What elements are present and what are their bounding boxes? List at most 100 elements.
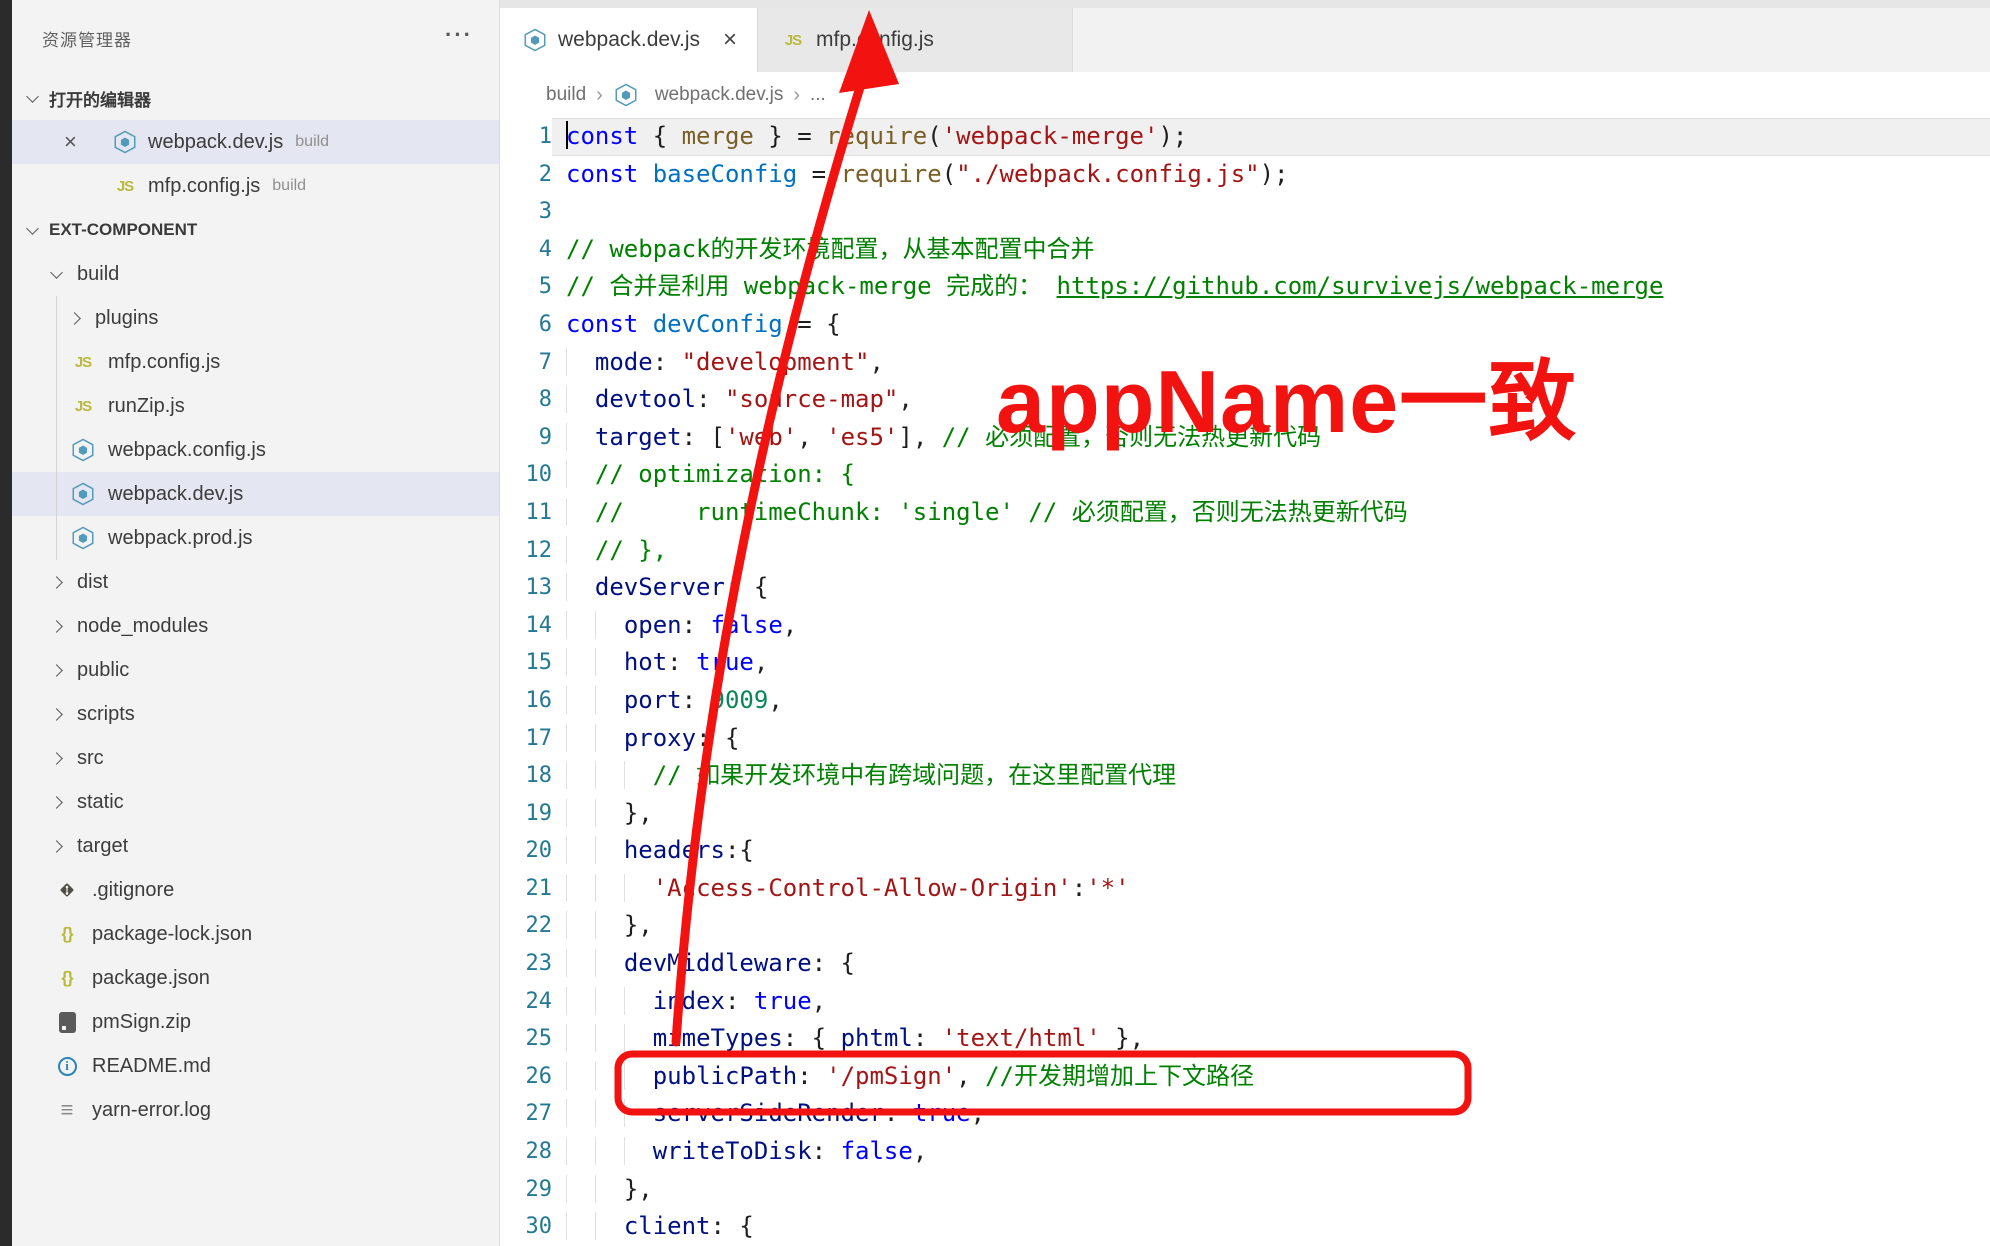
tree-file-webpack-dev-js[interactable]: webpack.dev.js (12, 472, 499, 516)
tree-folder-target[interactable]: target (12, 824, 499, 868)
tree-file-yarn-error-log[interactable]: ≡yarn-error.log (12, 1088, 499, 1132)
code-line[interactable]: // 合并是利用 webpack-merge 完成的： https://gith… (552, 268, 1990, 306)
code-line[interactable]: port: 9009, (552, 682, 1990, 720)
tree-file-mfp-config-js[interactable]: JSmfp.config.js (12, 340, 499, 384)
tree-file-package-lock-json[interactable]: {}package-lock.json (12, 912, 499, 956)
code-line[interactable]: }, (552, 795, 1990, 833)
file-label: plugins (95, 307, 158, 330)
tree-folder-dist[interactable]: dist (12, 560, 499, 604)
code-line[interactable]: target: ['web', 'es5'], // 必须配置，否则无法热更新代… (552, 419, 1990, 457)
code-line[interactable]: client: { (552, 1208, 1990, 1246)
code-row-26: 26 publicPath: '/pmSign', //开发期增加上下文路径 (500, 1058, 1990, 1096)
js-icon: JS (66, 354, 100, 371)
code-row-10: 10 // optimization: { (500, 456, 1990, 494)
code-row-25: 25 mimeTypes: { phtml: 'text/html' }, (500, 1020, 1990, 1058)
more-actions-icon[interactable]: ··· (445, 24, 473, 46)
file-label: static (77, 791, 124, 814)
code-row-15: 15 hot: true, (500, 644, 1990, 682)
tree-file-gitignore[interactable]: .gitignore (12, 868, 499, 912)
tab-mfp-config-js[interactable]: JSmfp.config.js (758, 8, 1073, 72)
code-line[interactable]: index: true, (552, 983, 1990, 1021)
code-row-9: 9 target: ['web', 'es5'], // 必须配置，否则无法热更… (500, 419, 1990, 457)
code-line[interactable]: const { merge } = require('webpack-merge… (552, 118, 1990, 156)
tree-file-webpack-config-js[interactable]: webpack.config.js (12, 428, 499, 472)
tree-folder-plugins[interactable]: plugins (12, 296, 499, 340)
code-line[interactable]: devtool: "source-map", (552, 381, 1990, 419)
chevron-right-icon (50, 664, 63, 677)
line-number: 2 (500, 156, 552, 194)
code-line[interactable]: }, (552, 1171, 1990, 1209)
code-line[interactable]: mimeTypes: { phtml: 'text/html' }, (552, 1020, 1990, 1058)
code-row-1: 1const { merge } = require('webpack-merg… (500, 118, 1990, 156)
line-number: 5 (500, 268, 552, 306)
open-editor-item-webpack-dev-js[interactable]: ×webpack.dev.jsbuild (12, 120, 499, 164)
code-line[interactable]: // }, (552, 532, 1990, 570)
breadcrumb-item-build[interactable]: build (546, 84, 586, 106)
line-number: 25 (500, 1020, 552, 1058)
code-line[interactable]: publicPath: '/pmSign', //开发期增加上下文路径 (552, 1058, 1990, 1096)
tree-file-readme-md[interactable]: iREADME.md (12, 1044, 499, 1088)
tab-webpack-dev-js[interactable]: webpack.dev.js× (500, 8, 758, 72)
tree-folder-static[interactable]: static (12, 780, 499, 824)
tree-folder-build[interactable]: build (12, 252, 499, 296)
code-line[interactable]: mode: "development", (552, 344, 1990, 382)
code-line[interactable]: // runtimeChunk: 'single' // 必须配置，否则无法热更… (552, 494, 1990, 532)
code-line[interactable]: devMiddleware: { (552, 945, 1990, 983)
code-line[interactable] (552, 193, 1990, 231)
code-row-12: 12 // }, (500, 532, 1990, 570)
code-row-21: 21 'Access-Control-Allow-Origin':'*' (500, 870, 1990, 908)
line-number: 29 (500, 1171, 552, 1209)
close-icon[interactable]: × (705, 28, 737, 52)
code-line[interactable]: devServer: { (552, 569, 1990, 607)
explorer-title-label: 资源管理器 (42, 26, 132, 51)
tree-file-webpack-prod-js[interactable]: webpack.prod.js (12, 516, 499, 560)
line-number: 30 (500, 1208, 552, 1246)
code-line[interactable]: hot: true, (552, 644, 1990, 682)
code-line[interactable]: serverSideRender: true, (552, 1095, 1990, 1133)
webpack-icon (66, 481, 100, 507)
code-line[interactable]: // optimization: { (552, 456, 1990, 494)
project-section-header[interactable]: EXT-COMPONENT (12, 208, 499, 252)
code-line[interactable]: open: false, (552, 607, 1990, 645)
tree-folder-src[interactable]: src (12, 736, 499, 780)
json-icon: {} (50, 924, 84, 944)
tree-file-runzip-js[interactable]: JSrunZip.js (12, 384, 499, 428)
open-editor-item-mfp-config-js[interactable]: JSmfp.config.jsbuild (12, 164, 499, 208)
tree-folder-node-modules[interactable]: node_modules (12, 604, 499, 648)
open-editors-header[interactable]: 打开的编辑器 (12, 76, 499, 120)
chevron-right-icon (50, 576, 63, 589)
code-line[interactable]: 'Access-Control-Allow-Origin':'*' (552, 870, 1990, 908)
webpack-icon (520, 27, 550, 53)
line-number: 3 (500, 193, 552, 231)
code-editor[interactable]: 1const { merge } = require('webpack-merg… (500, 118, 1990, 1246)
json-icon: {} (50, 968, 84, 988)
code-row-23: 23 devMiddleware: { (500, 945, 1990, 983)
file-label: public (77, 659, 129, 682)
code-line[interactable]: // webpack的开发环境配置，从基本配置中合并 (552, 231, 1990, 269)
js-icon: JS (778, 32, 808, 49)
chevron-down-icon (26, 90, 39, 103)
chevron-right-icon (50, 752, 63, 765)
breadcrumb-item-webpack-dev-js[interactable]: webpack.dev.js (655, 84, 784, 106)
code-line[interactable]: proxy: { (552, 720, 1990, 758)
code-line[interactable]: // 如果开发环境中有跨域问题，在这里配置代理 (552, 757, 1990, 795)
tree-file-package-json[interactable]: {}package.json (12, 956, 499, 1000)
code-line[interactable]: headers:{ (552, 832, 1990, 870)
code-line[interactable]: const baseConfig = require("./webpack.co… (552, 156, 1990, 194)
file-label: target (77, 835, 128, 858)
tree-folder-scripts[interactable]: scripts (12, 692, 499, 736)
code-line[interactable]: }, (552, 907, 1990, 945)
line-number: 17 (500, 720, 552, 758)
tree-folder-public[interactable]: public (12, 648, 499, 692)
code-row-19: 19 }, (500, 795, 1990, 833)
code-line[interactable]: writeToDisk: false, (552, 1133, 1990, 1171)
chevron-down-icon (26, 222, 39, 235)
code-row-16: 16 port: 9009, (500, 682, 1990, 720)
line-number: 28 (500, 1133, 552, 1171)
close-icon[interactable]: × (64, 131, 108, 153)
code-row-30: 30 client: { (500, 1208, 1990, 1246)
code-line[interactable]: const devConfig = { (552, 306, 1990, 344)
webpack-icon (108, 129, 142, 155)
breadcrumb-item-item[interactable]: ... (810, 84, 826, 106)
tree-file-pmsign-zip[interactable]: pmSign.zip (12, 1000, 499, 1044)
